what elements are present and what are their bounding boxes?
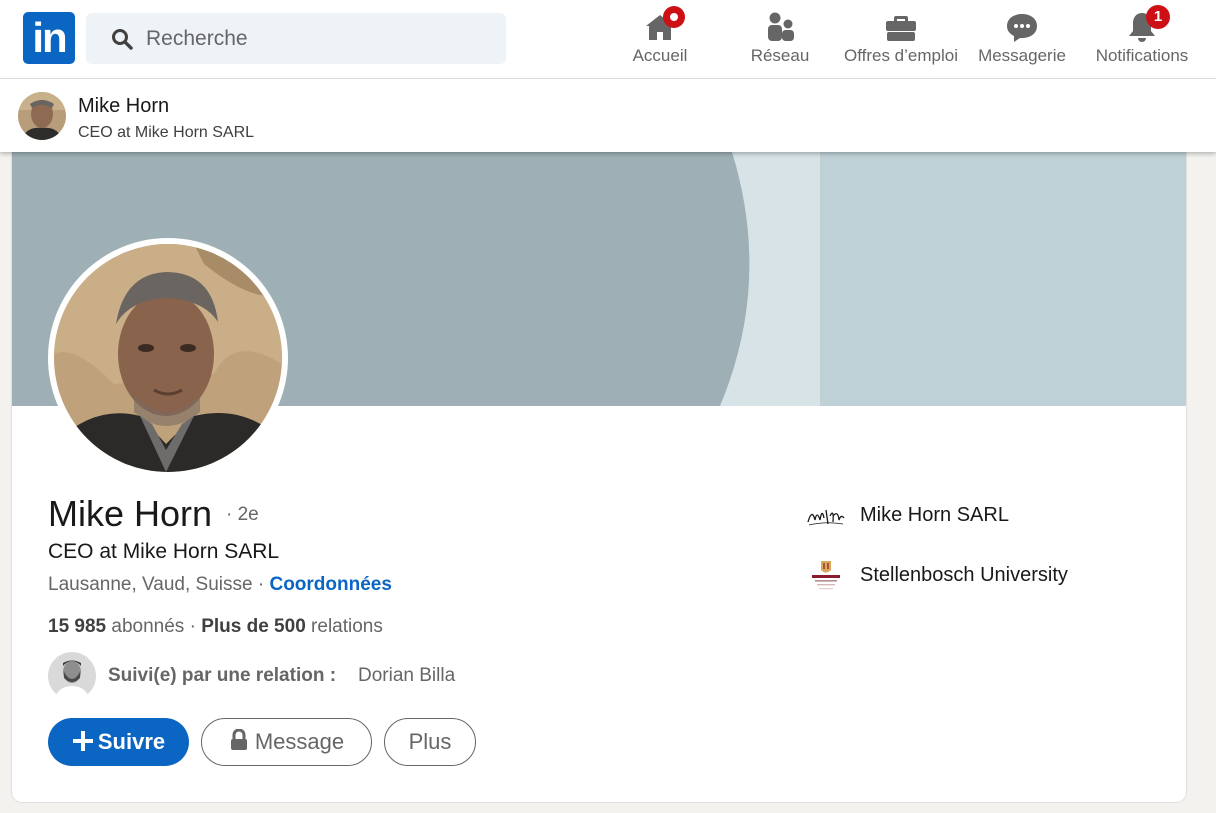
contact-info-link[interactable]: Coordonnées <box>269 574 391 595</box>
location: Lausanne, Vaud, Suisse <box>48 574 253 595</box>
message-button-label: Message <box>254 729 345 754</box>
followers-label: abonnés <box>106 616 190 637</box>
network-icon <box>768 12 794 41</box>
location-separator: · <box>252 574 270 595</box>
connection-degree: · 2e <box>226 504 259 525</box>
briefcase-icon <box>886 16 916 41</box>
followers-count: 15 985 <box>48 616 107 637</box>
nav-jobs-label: Offres d’emploi <box>843 46 958 65</box>
nav-messaging-label: Messagerie <box>978 46 1066 65</box>
follow-button-label: Suivre <box>97 729 166 754</box>
sticky-avatar-photo <box>18 92 66 140</box>
notifications-badge: 1 <box>1146 5 1170 29</box>
sticky-profile-bar: Mike Horn CEO at Mike Horn SARL <box>0 79 1216 152</box>
profile-name: Mike Horn <box>48 493 213 534</box>
sticky-name[interactable]: Mike Horn <box>78 95 169 118</box>
connections-count[interactable]: Plus de 500 <box>201 616 306 637</box>
school-name: Stellenbosch University <box>860 564 1068 586</box>
follower-avatar <box>48 652 96 700</box>
stats-row: 15 985 abonnés · Plus de 500 relations <box>48 616 383 638</box>
nav-home[interactable]: Accueil <box>620 0 700 79</box>
lock-icon <box>230 728 247 750</box>
stellenbosch-university-logo <box>806 558 846 594</box>
sticky-headline: CEO at Mike Horn SARL <box>78 124 255 141</box>
profile-card: Mike Horn · 2e CEO at Mike Horn SARL Lau… <box>12 152 1186 802</box>
follow-button[interactable]: Suivre <box>48 718 189 766</box>
more-button-label: Plus <box>408 729 452 754</box>
connections-separator: · <box>189 616 202 637</box>
linkedin-logo[interactable]: in <box>23 12 75 64</box>
profile-photo-image <box>54 244 282 472</box>
plus-icon <box>72 731 93 751</box>
search-input[interactable] <box>146 13 486 64</box>
nav-notifications[interactable]: 1 Notifications <box>1086 0 1198 79</box>
message-button[interactable]: Message <box>201 718 372 766</box>
messaging-icon <box>1007 14 1037 42</box>
search-box[interactable] <box>86 13 506 64</box>
location-row: Lausanne, Vaud, Suisse · Coordonnées <box>48 574 392 596</box>
nav-notifications-label: Notifications <box>1095 46 1189 65</box>
sticky-avatar[interactable] <box>18 92 66 140</box>
education-item-stellenbosch[interactable]: Stellenbosch University <box>806 556 1166 596</box>
more-button[interactable]: Plus <box>384 718 476 766</box>
nav-network-label: Réseau <box>750 46 810 65</box>
mike-horn-sarl-logo <box>807 509 845 526</box>
experience-item-mike-horn-sarl[interactable]: Mike Horn SARL <box>806 496 1166 536</box>
connections-label: relations <box>305 616 383 637</box>
follower-name[interactable]: Dorian Billa <box>358 665 455 687</box>
profile-photo[interactable] <box>48 238 288 478</box>
nav-jobs[interactable]: Offres d’emploi <box>836 0 966 79</box>
top-nav: in Accueil Réseau Offr <box>0 0 1216 79</box>
nav-messaging[interactable]: Messagerie <box>972 0 1072 79</box>
nav-network[interactable]: Réseau <box>740 0 820 79</box>
profile-headline: CEO at Mike Horn SARL <box>48 540 280 563</box>
search-icon <box>112 29 133 50</box>
follower-avatar-photo <box>48 652 96 700</box>
followed-by-label: Suivi(e) par une relation : <box>108 665 337 686</box>
company-name: Mike Horn SARL <box>860 504 1009 526</box>
nav-home-label: Accueil <box>632 46 688 65</box>
home-badge <box>663 6 685 28</box>
